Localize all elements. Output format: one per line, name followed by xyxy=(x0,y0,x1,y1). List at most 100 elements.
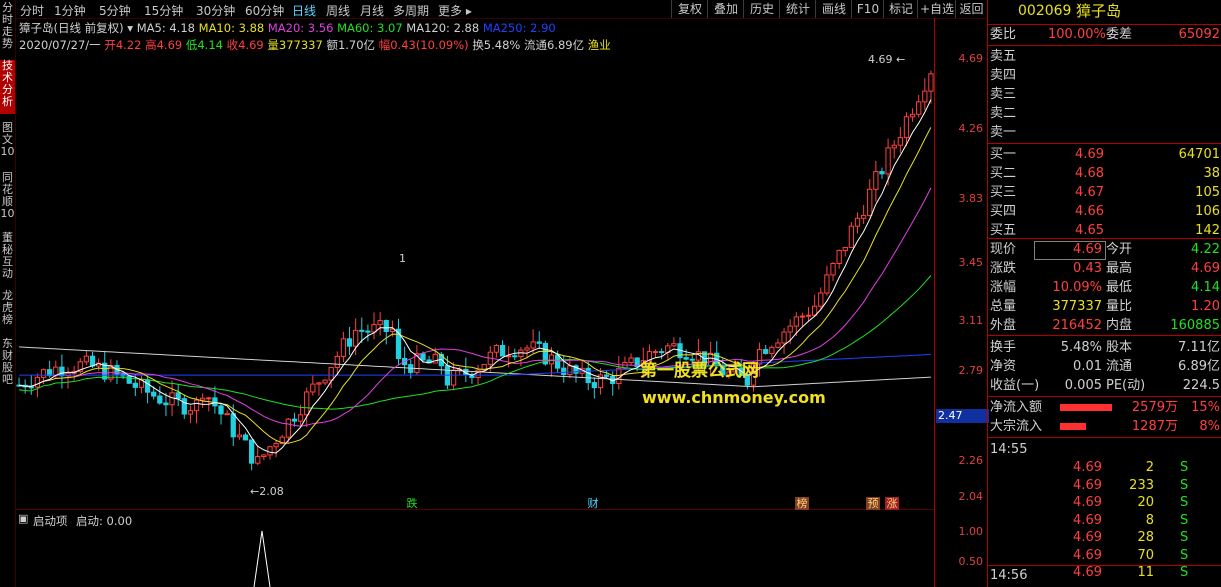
candle-body xyxy=(389,328,396,332)
stats-button[interactable]: 统计 xyxy=(779,0,816,18)
overlay-button[interactable]: 叠加 xyxy=(707,0,744,18)
candle-body xyxy=(873,171,879,190)
y-label-3: 3.45 xyxy=(958,256,984,269)
draw-button[interactable]: 画线 xyxy=(815,0,852,18)
stat-label: 股本 xyxy=(1106,340,1133,355)
period-weekly[interactable]: 周线 xyxy=(326,2,350,19)
tick-row: 4.69 233 S xyxy=(988,477,1221,495)
candle-body xyxy=(860,214,867,219)
period-30min[interactable]: 30分钟 xyxy=(196,2,235,19)
tick-side: S xyxy=(1180,512,1189,528)
tab-realtime[interactable]: 分时走势 xyxy=(0,2,15,56)
candle-body xyxy=(383,320,389,332)
back-button[interactable]: 返回 xyxy=(955,0,987,18)
period-multi[interactable]: 多周期 xyxy=(393,2,429,19)
period-fenshi[interactable]: 分时 xyxy=(20,2,44,19)
tab-technical-analysis[interactable]: 技术分析 xyxy=(0,60,15,114)
stat-row: 外盘 216452 内盘 160885 xyxy=(988,317,1221,335)
stat-value: 224.5 xyxy=(1182,378,1220,393)
tag-cai[interactable]: 财 xyxy=(586,497,600,510)
stat-value: 5.48% xyxy=(1060,340,1102,355)
tag-zhang[interactable]: 涨 xyxy=(885,497,899,510)
y-label-2: 3.83 xyxy=(958,192,984,205)
stat-value: 7.11亿 xyxy=(1178,340,1220,355)
candle-body xyxy=(322,379,328,384)
ma-dropdown-icon[interactable]: ▾ xyxy=(127,21,133,35)
indicator-chart xyxy=(253,530,271,587)
stat-label: 总量 xyxy=(990,299,1017,314)
history-button[interactable]: 历史 xyxy=(743,0,780,18)
buy-level-3: 买三 4.67 105 xyxy=(988,184,1221,202)
tab-dragon-tiger[interactable]: 龙虎榜 xyxy=(0,290,15,330)
tick-volume: 2 xyxy=(1145,460,1154,475)
period-5min[interactable]: 5分钟 xyxy=(99,2,131,19)
tick-side: S xyxy=(1180,477,1189,493)
y-label-0: 4.69 xyxy=(958,52,984,65)
candle-body xyxy=(659,351,665,354)
f10-button[interactable]: F10 xyxy=(851,0,884,18)
candle-body xyxy=(261,454,267,458)
y-label-5: 2.79 xyxy=(958,364,984,377)
candle-body xyxy=(236,434,243,438)
period-monthly[interactable]: 月线 xyxy=(360,2,384,19)
period-60min[interactable]: 60分钟 xyxy=(245,2,284,19)
tick-price: 4.69 xyxy=(1073,495,1102,510)
tag-bang[interactable]: 榜 xyxy=(795,497,809,510)
candle-body xyxy=(28,386,34,389)
fuquan-button[interactable]: 复权 xyxy=(671,0,708,18)
stat-label: 量比 xyxy=(1106,299,1133,314)
candle-body xyxy=(499,344,506,357)
mark-one: 1 xyxy=(399,252,406,265)
tab-secretary-qa[interactable]: 董秘互动 xyxy=(0,232,15,282)
period-more[interactable]: 更多 ▸ xyxy=(438,2,472,19)
buy-volume: 38 xyxy=(1203,166,1220,181)
stat-value: 216452 xyxy=(1052,318,1102,333)
period-daily[interactable]: 日线 xyxy=(292,2,316,19)
period-1min[interactable]: 1分钟 xyxy=(54,2,86,19)
mark-button[interactable]: 标记 xyxy=(883,0,918,18)
kline-chart[interactable] xyxy=(16,38,934,510)
tag-die[interactable]: 跌 xyxy=(405,497,419,510)
candle-body xyxy=(891,144,897,149)
stat-label: 内盘 xyxy=(1106,318,1133,333)
candle-body xyxy=(769,346,775,354)
tick-side: S xyxy=(1180,547,1189,563)
low-price-label: ←2.08 xyxy=(250,485,284,498)
y-label-8: 2.04 xyxy=(958,490,984,503)
period-15min[interactable]: 15分钟 xyxy=(144,2,183,19)
chart-title: 獐子岛(日线 前复权) xyxy=(19,21,124,35)
flow-label: 大宗流入 xyxy=(990,419,1043,434)
buy-price: 4.67 xyxy=(1075,185,1104,200)
candle-body xyxy=(224,413,230,416)
add-watchlist-button[interactable]: +自选 xyxy=(917,0,956,18)
current-cursor-price: 2.47 xyxy=(936,409,989,423)
tag-yu[interactable]: 预 xyxy=(866,497,880,510)
flow-row: 净流入额 2579万 15% xyxy=(988,399,1221,417)
candle-body xyxy=(763,349,769,354)
candle-body xyxy=(291,418,298,422)
tab-eastmoney-forum[interactable]: 东财股吧 xyxy=(0,338,15,390)
candle-body xyxy=(83,355,90,363)
quote-panel: 002069 獐子岛 委比 100.00% 委差 65092 卖五 卖四 卖三 … xyxy=(987,0,1221,587)
tab-graphic-text[interactable]: 图文10 xyxy=(0,122,15,164)
candle-body xyxy=(824,274,830,294)
candle-body xyxy=(909,113,916,118)
flow-pct: 15% xyxy=(1191,400,1220,415)
ma5-value: MA5: 4.18 xyxy=(136,21,195,35)
tick-price: 4.69 xyxy=(1073,512,1102,528)
stat-label: PE(动) xyxy=(1106,378,1146,393)
flow-value: 1287万 xyxy=(1131,419,1178,434)
candle-body xyxy=(40,369,47,378)
tab-tonghuashun[interactable]: 同花顺10 xyxy=(0,172,15,226)
stat-value: 4.14 xyxy=(1191,280,1220,295)
sub-y-label-0: 1.00 xyxy=(958,525,984,538)
stat-label: 收益(一) xyxy=(990,378,1040,393)
candle-body xyxy=(916,101,922,115)
stock-code: 002069 xyxy=(1018,3,1072,19)
candle-body xyxy=(897,137,903,146)
tick-volume: 70 xyxy=(1137,547,1154,563)
candle-body xyxy=(132,382,138,388)
flow-label: 净流入额 xyxy=(990,400,1043,415)
buy-label: 买四 xyxy=(990,204,1017,219)
candle-body xyxy=(671,343,677,347)
